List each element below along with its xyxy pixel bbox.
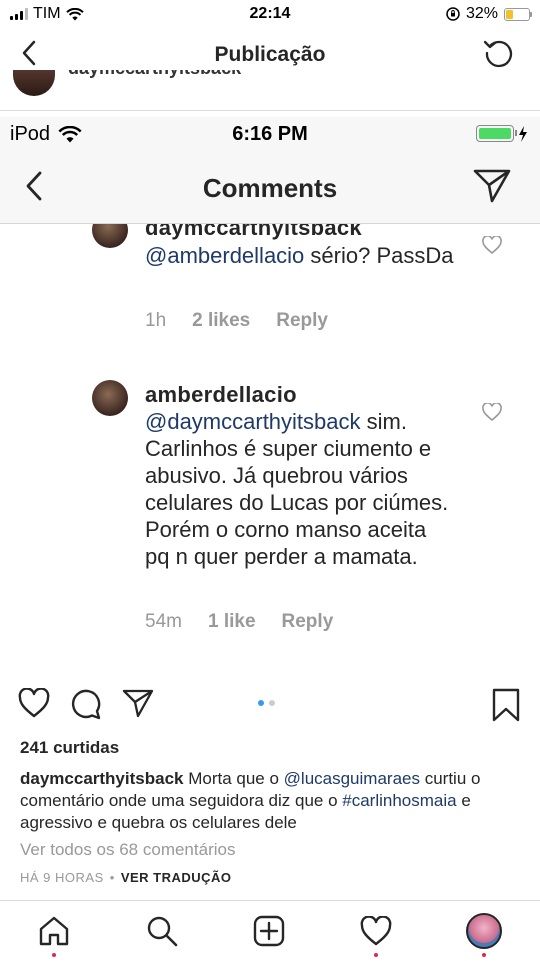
charging-icon <box>519 125 527 142</box>
embedded-time: 6:16 PM <box>232 123 308 145</box>
comment-likes: 1 like <box>207 611 256 632</box>
tab-profile[interactable] <box>464 911 504 951</box>
post-author-name: daymccarthyitsback <box>68 70 241 79</box>
status-right: 32% <box>446 5 532 23</box>
comment-reply: Reply <box>276 310 328 331</box>
save-button[interactable] <box>492 688 520 722</box>
comment-text: @amberdellacio sério? PassDa <box>145 242 455 269</box>
separator: • <box>109 870 115 885</box>
comment-text: @daymccarthyitsback sim. Carlinhos é sup… <box>145 408 455 570</box>
view-all-comments[interactable]: Ver todos os 68 comentários <box>20 840 235 860</box>
comment-mention: @amberdellacio <box>145 243 305 268</box>
home-icon <box>39 916 69 946</box>
embedded-comments: daymccarthyitsback @amberdellacio sério?… <box>0 224 540 664</box>
carousel-dot <box>269 700 275 706</box>
caption-text: Morta que o <box>183 769 284 788</box>
tab-activity[interactable] <box>356 911 396 951</box>
comment-username: amberdellacio <box>145 382 297 407</box>
comment-mention: @daymccarthyitsback <box>145 409 361 434</box>
comment-meta: 54m 1 like Reply <box>145 611 333 633</box>
tab-add[interactable] <box>249 911 289 951</box>
caption-hashtag[interactable]: #carlinhosmaia <box>342 791 456 810</box>
page-title: Publicação <box>214 43 326 66</box>
add-icon <box>253 915 285 947</box>
post-caption: daymccarthyitsback Morta que o @lucasgui… <box>20 768 525 834</box>
profile-avatar <box>466 913 502 949</box>
notification-dot <box>374 953 378 957</box>
notification-dot <box>52 953 56 957</box>
tab-bar <box>0 900 540 961</box>
avatar <box>92 380 128 416</box>
like-button[interactable] <box>18 688 50 718</box>
search-icon <box>147 916 178 947</box>
comment-likes: 2 likes <box>192 310 251 331</box>
activity-icon <box>360 916 392 946</box>
embedded-battery <box>476 125 528 142</box>
comment-time: 1h <box>145 310 167 331</box>
share-button[interactable] <box>122 688 154 718</box>
embedded-status-bar: iPod 6:16 PM <box>0 117 540 151</box>
comment-meta: 1h 2 likes Reply <box>145 310 328 332</box>
post-time-row: HÁ 9 HORAS • VER TRADUÇÃO <box>20 870 232 885</box>
caption-mention[interactable]: @lucasguimaraes <box>284 769 420 788</box>
tab-home[interactable] <box>34 911 74 951</box>
heart-icon <box>482 236 502 254</box>
battery-icon <box>476 125 517 142</box>
comment-body: sério? PassDa <box>304 243 454 268</box>
battery-icon <box>504 7 532 21</box>
battery-percent: 32% <box>465 5 498 22</box>
avatar <box>13 70 55 96</box>
carousel-indicator <box>258 700 275 706</box>
post-time: HÁ 9 HORAS <box>20 870 104 885</box>
back-chevron-icon <box>26 171 42 201</box>
status-bar: TIM 22:14 32% <box>0 0 540 30</box>
embedded-title: Comments <box>202 173 338 203</box>
tab-search[interactable] <box>142 911 182 951</box>
comment-button[interactable] <box>70 688 102 720</box>
heart-icon <box>482 403 502 421</box>
embedded-header: Comments <box>0 151 540 224</box>
post-actions <box>0 686 540 726</box>
comment-reply: Reply <box>281 611 334 632</box>
see-translation-link[interactable]: VER TRADUÇÃO <box>121 870 232 885</box>
comment-time: 54m <box>145 611 182 632</box>
send-icon <box>473 169 511 203</box>
carousel-dot-active <box>258 700 264 706</box>
refresh-button[interactable] <box>482 36 516 70</box>
back-button[interactable] <box>22 40 36 66</box>
post-author-row: daymccarthyitsback <box>0 70 540 111</box>
orientation-lock-icon <box>446 7 460 21</box>
caption-username[interactable]: daymccarthyitsback <box>20 769 183 788</box>
avatar <box>92 224 128 248</box>
comment-username: daymccarthyitsback <box>145 224 362 240</box>
notification-dot <box>482 953 486 957</box>
likes-count[interactable]: 241 curtidas <box>20 738 119 758</box>
